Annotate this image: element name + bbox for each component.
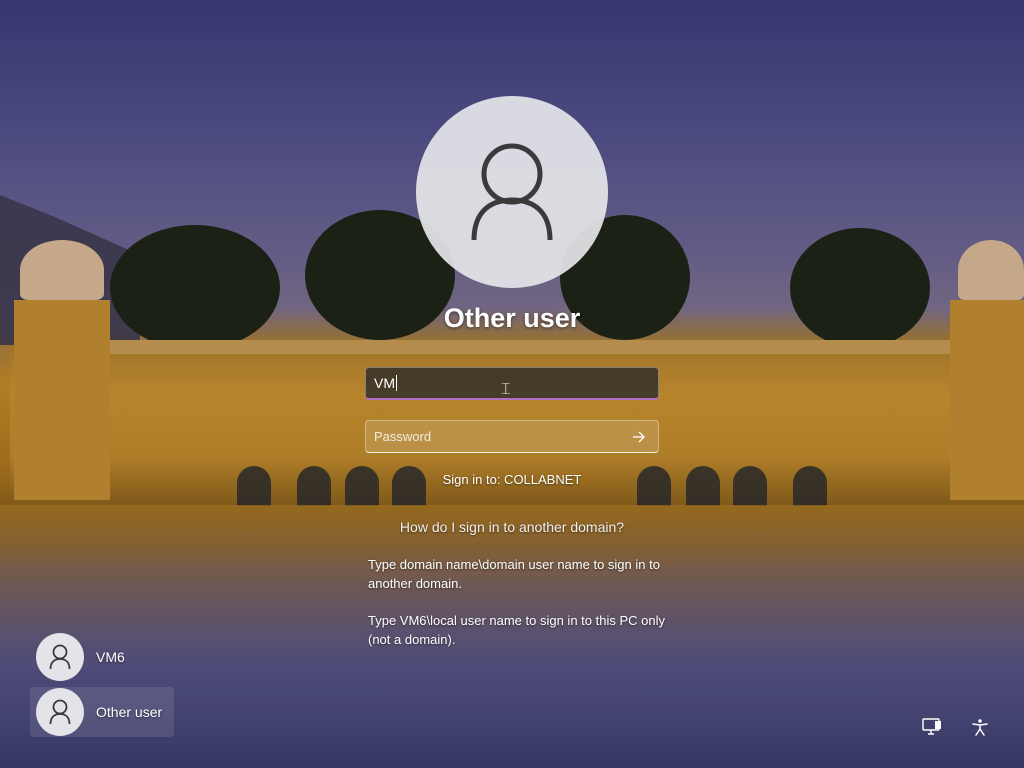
user-avatar-icon [471, 143, 553, 241]
user-avatar-large [416, 96, 608, 288]
ibeam-cursor-icon: ⌶ [501, 381, 511, 398]
accessibility-icon [972, 719, 988, 736]
user-tile-other-user[interactable]: Other user [30, 687, 174, 737]
arrow-right-icon [633, 431, 645, 442]
user-tile-name: Other user [96, 704, 163, 720]
domain-help-text: Type domain name\domain user name to sig… [368, 557, 660, 591]
accessibility-button[interactable] [966, 713, 994, 741]
other-domain-help-link[interactable]: How do I sign in to another domain? [0, 519, 1024, 535]
user-avatar-small [36, 633, 84, 681]
local-help-text: Type VM6\local user name to sign in to t… [368, 613, 665, 647]
selected-user-title: Other user [443, 303, 581, 333]
lock-screen: Other user VM ⌶ Password Sign in to: COL… [0, 0, 1024, 768]
password-placeholder: Password [374, 429, 432, 444]
user-avatar-small [36, 688, 84, 736]
username-value: VM [374, 374, 395, 391]
password-field[interactable]: Password [365, 420, 659, 453]
text-caret [396, 375, 397, 391]
network-icon [922, 718, 941, 735]
user-avatar-icon [49, 644, 71, 670]
sign-in-domain-label: Sign in to: COLLABNET [442, 472, 582, 487]
network-button[interactable] [918, 713, 946, 741]
user-tile-vm6[interactable]: VM6 [30, 632, 174, 682]
user-tile-name: VM6 [96, 649, 125, 665]
username-field[interactable]: VM ⌶ [365, 367, 659, 400]
submit-arrow-button[interactable] [628, 426, 650, 448]
user-avatar-icon [49, 699, 71, 725]
